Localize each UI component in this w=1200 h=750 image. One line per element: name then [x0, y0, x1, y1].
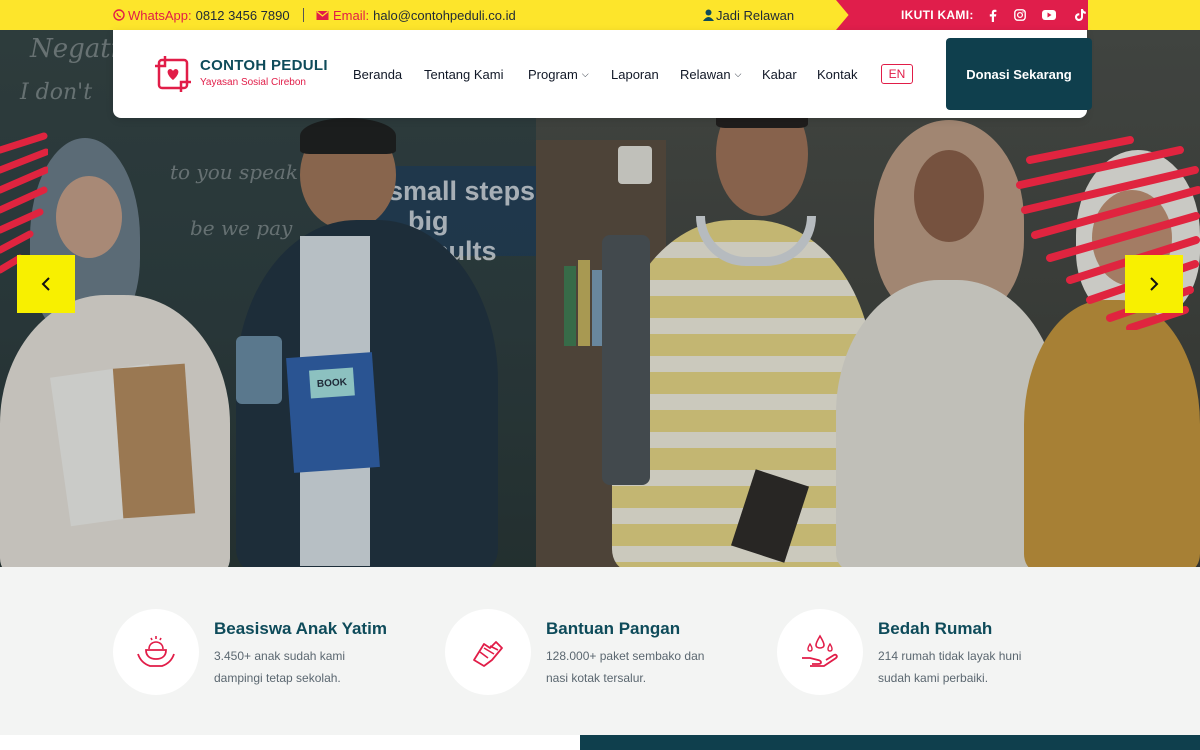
tiktok-icon[interactable] [1072, 7, 1088, 23]
slider-prev-button[interactable] [17, 255, 75, 313]
next-section-left [0, 735, 580, 750]
instagram-icon[interactable] [1012, 7, 1028, 23]
email-address: halo@contohpeduli.co.id [373, 7, 516, 23]
nav-program-label: Program [528, 66, 578, 82]
nav-volunteer-label: Relawan [680, 66, 731, 82]
topbar-divider [303, 8, 304, 22]
user-icon [703, 9, 714, 21]
water-drop-hand-icon [777, 609, 863, 695]
volunteer-label: Jadi Relawan [716, 7, 795, 23]
chevron-down-icon: ⌵ [734, 68, 742, 79]
page: WhatsApp: 0812 3456 7890 Email: halo@con… [0, 0, 1200, 750]
helping-hands-icon [445, 609, 531, 695]
top-bar: WhatsApp: 0812 3456 7890 Email: halo@con… [0, 0, 1200, 30]
whatsapp-contact[interactable]: WhatsApp: 0812 3456 7890 [113, 0, 290, 30]
nav-reports[interactable]: Laporan [611, 66, 659, 82]
nav-news-label: Kabar [762, 66, 797, 82]
nav-about-label: Tentang Kami [424, 66, 504, 82]
nav-contact-label: Kontak [817, 66, 858, 82]
main-header: CONTOH PEDULI Yayasan Sosial Cirebon Ber… [113, 30, 1087, 118]
nav-home-label: Beranda [353, 66, 403, 82]
feature-description: 3.450+ anak sudah kami dampingi tetap se… [214, 649, 346, 685]
feature-section: Beasiswa Anak Yatim 3.450+ anak sudah ka… [0, 567, 1200, 735]
facebook-icon[interactable] [985, 7, 1001, 23]
feature-title: Beasiswa Anak Yatim [214, 619, 387, 638]
slider-next-button[interactable] [1125, 255, 1183, 313]
nav-about[interactable]: Tentang Kami [424, 66, 504, 82]
feature-item: Bedah Rumah 214 rumah tidak layak huni s… [777, 607, 1097, 697]
brand-tagline: Yayasan Sosial Cirebon [200, 77, 306, 88]
youtube-icon[interactable] [1041, 7, 1057, 23]
feature-description: 214 rumah tidak layak huni sudah kami pe… [878, 649, 1022, 685]
follow-label: IKUTI KAMI: [901, 8, 974, 22]
chevron-right-icon [1150, 277, 1159, 291]
nav-contact[interactable]: Kontak [817, 66, 857, 82]
chevron-left-icon [41, 277, 50, 291]
volunteer-link[interactable]: Jadi Relawan [703, 0, 794, 30]
nav-reports-label: Laporan [611, 66, 659, 82]
donate-button[interactable]: Donasi Sekarang [946, 38, 1092, 110]
rice-bowl-hands-icon [113, 609, 199, 695]
email-contact[interactable]: Email: halo@contohpeduli.co.id [316, 0, 516, 30]
whatsapp-number: 0812 3456 7890 [195, 7, 290, 23]
next-section-right [580, 735, 1200, 750]
language-switch[interactable]: EN [881, 64, 913, 84]
feature-item: Beasiswa Anak Yatim 3.450+ anak sudah ka… [113, 607, 433, 697]
nav-program[interactable]: Program ⌵ [528, 66, 589, 82]
whatsapp-label: WhatsApp: [128, 7, 192, 23]
whatsapp-icon [113, 9, 125, 21]
feature-title: Bantuan Pangan [546, 619, 681, 638]
nav-home[interactable]: Beranda [353, 66, 402, 82]
brand-name[interactable]: CONTOH PEDULI [200, 57, 328, 74]
nav-volunteer[interactable]: Relawan ⌵ [680, 66, 741, 82]
logo-icon[interactable] [153, 54, 193, 94]
feature-title: Bedah Rumah [878, 619, 993, 638]
envelope-icon [316, 10, 329, 20]
feature-description: 128.000+ paket sembako dan nasi kotak te… [546, 649, 705, 685]
nav-news[interactable]: Kabar [762, 66, 797, 82]
chevron-down-icon: ⌵ [581, 68, 589, 79]
email-label: Email: [333, 7, 370, 23]
feature-item: Bantuan Pangan 128.000+ paket sembako da… [445, 607, 765, 697]
